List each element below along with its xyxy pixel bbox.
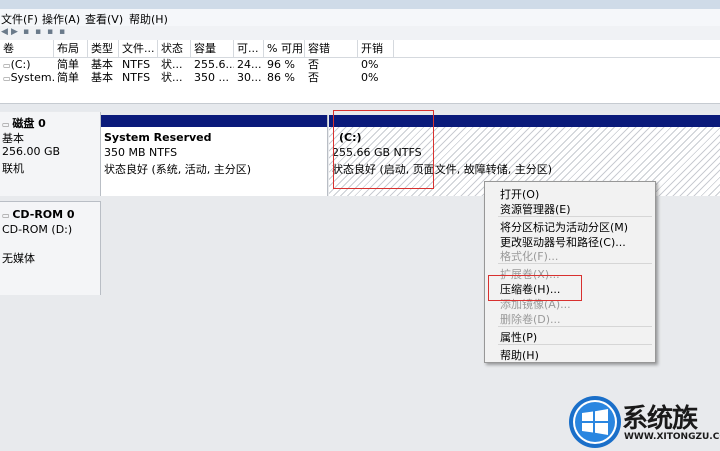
volume-capacity: 255.6...	[194, 58, 234, 71]
col-filesystem[interactable]: 文件...	[119, 40, 158, 57]
menu-item-properties[interactable]: 属性(P)	[500, 329, 537, 345]
disk-0-size: 256.00 GB	[2, 145, 61, 158]
menu-separator	[498, 263, 652, 264]
menu-separator	[498, 216, 652, 217]
cdrom-icon: ▭	[2, 211, 13, 220]
disk-0-state: 联机	[2, 162, 24, 175]
volume-layout: 简单	[57, 58, 79, 71]
toolbar: ◀ ▶ ▪ ▪ ▪ ▪	[0, 26, 720, 41]
volume-row[interactable]: ▭(C:) 简单 基本 NTFS 状... 255.6... 24... 96 …	[0, 58, 720, 72]
col-type[interactable]: 类型	[88, 40, 119, 57]
volume-fault-tolerance: 否	[308, 58, 319, 71]
col-free[interactable]: 可...	[234, 40, 264, 57]
menu-file[interactable]: 文件(F)	[1, 11, 38, 27]
volume-row[interactable]: ▭System... 简单 基本 NTFS 状... 350 ... 30...…	[0, 71, 720, 85]
properties-icon[interactable]: ▪	[35, 27, 41, 37]
cdrom-drive: CD-ROM (D:)	[2, 223, 73, 236]
volume-status: 状...	[161, 58, 183, 71]
cdrom-0-label[interactable]: ▭ CD-ROM 0 CD-ROM (D:) 无媒体	[0, 201, 101, 295]
volume-percent-free: 96 %	[267, 58, 295, 71]
menu-item-help[interactable]: 帮助(H)	[500, 347, 539, 363]
drive-icon: ▭	[3, 61, 11, 70]
disk-0-type: 基本	[2, 132, 24, 145]
col-fault-tolerance[interactable]: 容错	[305, 40, 358, 57]
menu-item-open[interactable]: 打开(O)	[500, 186, 539, 202]
volume-fault-tolerance: 否	[308, 71, 319, 84]
menu-view[interactable]: 查看(V)	[85, 11, 123, 27]
col-capacity[interactable]: 容量	[191, 40, 234, 57]
partition-title: System Reserved	[104, 131, 212, 144]
menu-item-delete-volume: 删除卷(D)...	[500, 313, 561, 326]
volume-status: 状...	[161, 71, 183, 84]
menu-help[interactable]: 帮助(H)	[129, 11, 168, 27]
col-percent-free[interactable]: % 可用	[264, 40, 305, 57]
cdrom-title: CD-ROM 0	[12, 208, 75, 221]
volume-capacity: 350 ...	[194, 71, 229, 84]
watermark-brand: 系统族	[622, 404, 698, 434]
cdrom-media: 无媒体	[2, 252, 35, 265]
col-overhead[interactable]: 开销	[358, 40, 394, 57]
highlight-box-partition	[333, 110, 434, 189]
highlight-box-shrink	[488, 275, 582, 301]
partition-bar	[101, 115, 327, 127]
volume-free: 24...	[237, 58, 262, 71]
col-layout[interactable]: 布局	[54, 40, 88, 57]
volume-percent-free: 86 %	[267, 71, 295, 84]
disk-0-label[interactable]: ▭ 磁盘 0 基本 256.00 GB 联机	[0, 112, 101, 196]
volume-list-header: 卷 布局 类型 文件... 状态 容量 可... % 可用 容错 开销	[0, 40, 720, 58]
menu-separator	[498, 326, 652, 327]
menu-item-format: 格式化(F)...	[500, 250, 559, 263]
back-arrow-icon[interactable]: ◀	[1, 27, 8, 37]
volume-overhead: 0%	[361, 58, 379, 71]
help-icon[interactable]: ▪	[47, 27, 53, 37]
menu-separator	[498, 344, 652, 345]
view-icon[interactable]: ▪	[59, 27, 65, 37]
volume-type: 基本	[91, 71, 113, 84]
menu-item-mark-active[interactable]: 将分区标记为活动分区(M)	[500, 219, 628, 235]
menu-action[interactable]: 操作(A)	[42, 11, 80, 27]
volume-name: (C:)	[10, 58, 31, 71]
forward-arrow-icon[interactable]: ▶	[11, 27, 18, 37]
volume-name: System...	[10, 71, 54, 84]
disk-icon: ▭	[2, 120, 13, 129]
up-icon[interactable]: ▪	[23, 27, 29, 37]
volume-overhead: 0%	[361, 71, 379, 84]
partition-status: 状态良好 (系统, 活动, 主分区)	[104, 163, 252, 176]
windows-logo-icon	[569, 396, 621, 448]
volume-layout: 简单	[57, 71, 79, 84]
watermark-logo: 系统族 WWW.XITONGZU.COM	[566, 392, 720, 451]
partition-system-reserved[interactable]: System Reserved 350 MB NTFS 状态良好 (系统, 活动…	[101, 115, 328, 196]
drive-icon: ▭	[3, 74, 11, 83]
volume-type: 基本	[91, 58, 113, 71]
context-menu: 打开(O) 资源管理器(E) 将分区标记为活动分区(M) 更改驱动器号和路径(C…	[484, 181, 656, 363]
menu-bar: 文件(F) 操作(A) 查看(V) 帮助(H)	[0, 9, 720, 26]
volume-free: 30...	[237, 71, 262, 84]
col-status[interactable]: 状态	[158, 40, 191, 57]
volume-fs: NTFS	[122, 58, 151, 71]
menu-item-explorer[interactable]: 资源管理器(E)	[500, 201, 571, 217]
col-volume[interactable]: 卷	[0, 40, 54, 57]
disk-0-title: 磁盘 0	[12, 117, 46, 130]
volume-fs: NTFS	[122, 71, 151, 84]
watermark-url: WWW.XITONGZU.COM	[624, 432, 720, 442]
partition-size: 350 MB NTFS	[104, 146, 178, 159]
